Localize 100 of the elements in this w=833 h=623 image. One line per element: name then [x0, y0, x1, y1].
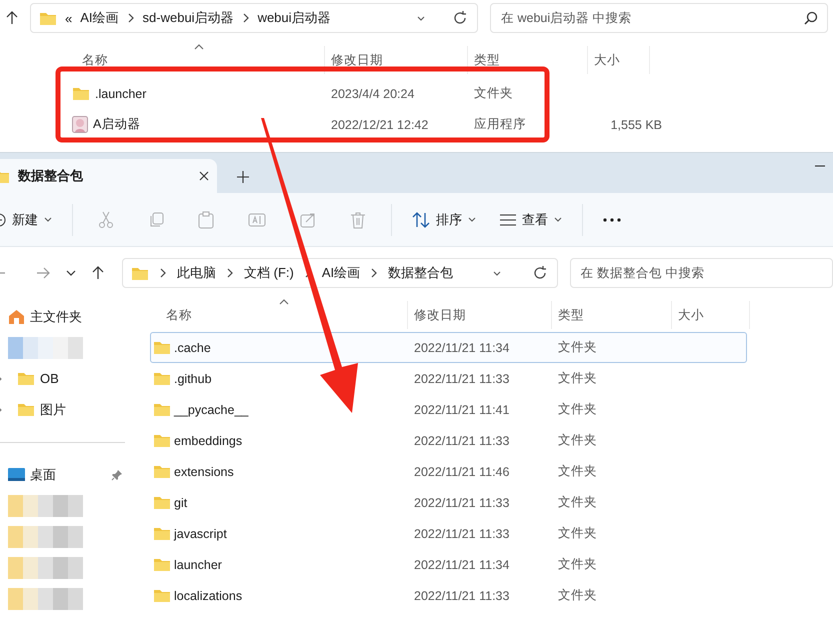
folder-icon [153, 433, 171, 448]
file-name[interactable]: launcher [174, 558, 222, 572]
folder-icon [153, 557, 171, 572]
modified-date: 2022/11/21 11:33 [414, 588, 510, 602]
modified-date: 2022/12/21 12:42 [331, 118, 428, 132]
column-header[interactable]: 修改日期 [331, 52, 383, 68]
view-button[interactable]: 查看 [492, 204, 570, 234]
column-header[interactable]: 类型 [558, 306, 584, 324]
file-type: 文件夹 [558, 556, 597, 573]
file-row[interactable]: embeddings 2022/11/21 11:33 文件夹 [150, 425, 747, 456]
search-icon[interactable] [804, 11, 818, 25]
breadcrumb[interactable]: AI绘画 [322, 264, 360, 282]
file-name[interactable]: embeddings [174, 434, 242, 448]
app-icon [72, 116, 88, 133]
file-row[interactable]: extensions 2022/11/21 11:46 文件夹 [150, 456, 747, 487]
sidebar-item[interactable]: 图片 [40, 400, 66, 418]
window-tab[interactable]: 数据整合包 [0, 159, 217, 193]
column-header[interactable]: 大小 [678, 306, 704, 324]
chevron-icon [242, 13, 250, 23]
file-name[interactable]: __pycache__ [174, 402, 248, 416]
breadcrumb[interactable]: 此电脑 [177, 264, 216, 282]
modified-date: 2022/11/21 11:33 [414, 496, 510, 510]
modified-date: 2022/11/21 11:33 [414, 372, 510, 386]
breadcrumb[interactable]: 数据整合包 [388, 264, 454, 282]
sidebar-item[interactable]: OB [40, 371, 59, 386]
column-header[interactable]: 名称 [82, 52, 108, 68]
new-button[interactable]: 新建 [0, 204, 60, 234]
folder-icon [17, 402, 35, 417]
file-name[interactable]: javascript [174, 526, 227, 540]
file-row[interactable]: launcher 2022/11/21 11:34 文件夹 [150, 549, 747, 580]
file-name[interactable]: A启动器 [93, 116, 140, 133]
refresh-icon[interactable] [532, 266, 547, 280]
breadcrumb[interactable]: AI绘画 [80, 9, 119, 27]
file-type: 文件夹 [558, 525, 597, 542]
pin-icon[interactable] [111, 468, 123, 480]
sidebar-item[interactable]: 主文件夹 [30, 308, 82, 326]
folder-icon [72, 86, 90, 101]
file-name[interactable]: extensions [174, 464, 234, 478]
modified-date: 2022/11/21 11:41 [414, 402, 510, 416]
file-type: 文件夹 [558, 432, 597, 449]
modified-date: 2023/4/4 20:24 [331, 86, 414, 100]
file-name[interactable]: .cache [174, 340, 211, 354]
sidebar-item[interactable]: 桌面 [30, 466, 56, 484]
file-row[interactable]: __pycache__ 2022/11/21 11:41 文件夹 [150, 394, 747, 425]
home-icon [8, 309, 25, 324]
file-name[interactable]: .github [174, 372, 212, 386]
breadcrumb[interactable]: webui启动器 [258, 9, 331, 27]
desktop-icon [8, 468, 25, 481]
file-name[interactable]: .launcher [95, 86, 146, 100]
caret-icon [492, 270, 501, 276]
folder-icon [153, 340, 171, 355]
file-row[interactable]: .cache 2022/11/21 11:34 文件夹 [150, 332, 747, 363]
column-header[interactable]: 类型 [474, 52, 500, 68]
folder-icon [153, 464, 171, 479]
file-row[interactable]: .github 2022/11/21 11:33 文件夹 [150, 363, 747, 394]
file-row[interactable]: javascript 2022/11/21 11:33 文件夹 [150, 518, 747, 549]
minimize-icon[interactable] [815, 165, 825, 167]
file-name[interactable]: localizations [174, 588, 242, 602]
modified-date: 2022/11/21 11:33 [414, 526, 510, 540]
sort-arrows-icon [412, 212, 430, 228]
folder-icon [131, 266, 149, 280]
folder-icon [153, 526, 171, 541]
modified-date: 2022/11/21 11:34 [414, 340, 510, 354]
sort-button[interactable]: 排序 [404, 204, 484, 234]
trash-icon [350, 210, 366, 228]
caret-icon [468, 217, 476, 222]
file-row[interactable]: git 2022/11/21 11:33 文件夹 [150, 487, 747, 518]
sort-icon [194, 44, 204, 50]
close-icon[interactable] [199, 171, 209, 181]
caret-icon [417, 16, 425, 20]
modified-date: 2022/11/21 11:46 [414, 464, 510, 478]
breadcrumb[interactable]: 文档 (F:) [244, 264, 294, 282]
clipboard-icon [198, 210, 214, 228]
chevron-icon [159, 268, 167, 278]
folder-icon [17, 371, 35, 386]
file-name[interactable]: git [174, 496, 188, 510]
folder-icon [39, 10, 57, 26]
refresh-icon[interactable] [453, 11, 467, 25]
file-row[interactable]: localizations 2022/11/21 11:33 文件夹 [150, 580, 747, 611]
column-header[interactable]: 大小 [594, 52, 620, 68]
scissors-icon [98, 210, 114, 228]
rename-icon [248, 212, 266, 228]
column-header[interactable]: 名称 [166, 306, 192, 324]
file-type: 应用程序 [474, 116, 526, 133]
sort-icon [279, 299, 289, 305]
column-header[interactable]: 修改日期 [414, 306, 466, 324]
plus-icon[interactable] [237, 171, 249, 183]
folder-icon [153, 588, 171, 603]
breadcrumb[interactable]: sd-webui启动器 [142, 9, 234, 27]
caret-icon [554, 217, 562, 222]
more-icon [603, 218, 621, 222]
search-field[interactable]: 在 webui启动器 中搜索 [490, 3, 828, 33]
search-field[interactable]: 在 数据整合包 中搜索 [570, 258, 833, 288]
modified-date: 2022/11/21 11:33 [414, 434, 510, 448]
file-type: 文件夹 [558, 494, 597, 511]
share-icon [300, 212, 316, 228]
file-type: 文件夹 [558, 370, 597, 387]
address-bar[interactable]: « AI绘画 sd-webui启动器 webui启动器 [30, 3, 478, 33]
overflow-button[interactable]: « [65, 10, 72, 26]
file-type: 文件夹 [558, 339, 597, 356]
